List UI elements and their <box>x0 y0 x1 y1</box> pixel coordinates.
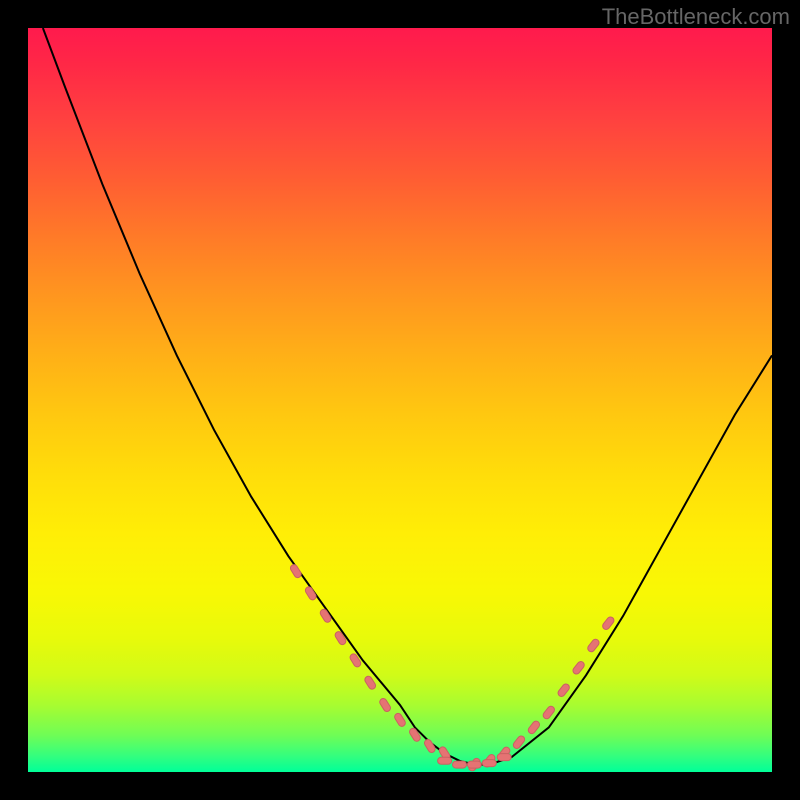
curve-marker <box>408 727 421 743</box>
curve-marker <box>349 653 362 669</box>
curve-marker <box>364 675 377 691</box>
curve-marker <box>572 660 586 675</box>
curve-marker <box>319 608 332 624</box>
curve-marker <box>438 746 451 762</box>
curve-marker <box>289 563 302 579</box>
curve-marker <box>601 616 615 631</box>
curve-marker <box>423 738 436 754</box>
curve-marker <box>527 720 541 735</box>
curve-marker <box>497 754 511 761</box>
marker-group-left <box>289 563 451 761</box>
chart-plot-area <box>28 28 772 772</box>
bottleneck-curve <box>43 28 772 765</box>
curve-marker <box>467 757 481 772</box>
marker-group-bottom <box>438 754 512 769</box>
marker-group-right <box>467 616 615 772</box>
curve-marker <box>467 761 481 768</box>
curve-marker <box>482 760 496 767</box>
watermark-text: TheBottleneck.com <box>602 4 790 30</box>
curve-marker <box>334 630 347 646</box>
curve-marker <box>586 638 600 653</box>
curve-marker <box>542 705 556 720</box>
curve-marker <box>378 697 391 713</box>
curve-marker <box>304 586 317 602</box>
chart-svg <box>28 28 772 772</box>
curve-marker <box>557 683 571 698</box>
curve-marker <box>497 746 511 761</box>
curve-marker <box>393 712 406 728</box>
curve-marker <box>453 761 467 768</box>
curve-marker <box>512 735 526 750</box>
curve-marker <box>438 757 452 764</box>
curve-marker <box>482 753 496 768</box>
